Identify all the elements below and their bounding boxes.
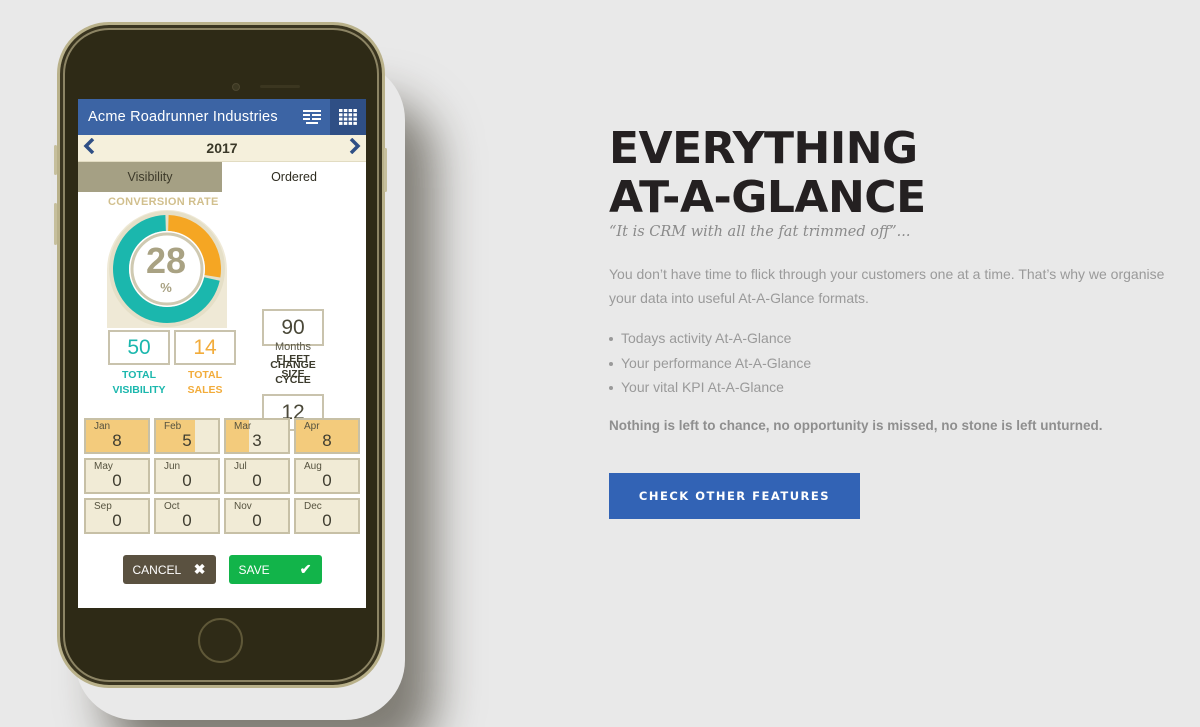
save-label: SAVE bbox=[238, 562, 270, 577]
list-view-icon[interactable] bbox=[294, 99, 330, 135]
monthly-grid: Jan 8 Feb 5 Mar 3 Apr 8 May 0 Jun 0 Jul 0 Aug 0 Sep 0 Oct 0… bbox=[84, 418, 361, 534]
tagline: “It is CRM with all the fat trimmed off”… bbox=[609, 224, 911, 240]
year-label: 2017 bbox=[206, 140, 238, 156]
feature-section: EVERYTHING AT-A-GLANCE “It is CRM with a… bbox=[609, 124, 1199, 519]
label-line: CHANGE bbox=[270, 359, 316, 371]
next-year-chevron-icon[interactable] bbox=[344, 135, 366, 162]
month-tile-nov[interactable]: Nov 0 bbox=[224, 498, 290, 534]
action-bar: CANCEL ✖ SAVE ✔ bbox=[78, 555, 366, 584]
home-button[interactable] bbox=[198, 618, 243, 663]
volume-down-button bbox=[54, 203, 57, 245]
month-value: 0 bbox=[182, 511, 192, 530]
label-line: VISIBILITY bbox=[112, 384, 166, 396]
conversion-unit: % bbox=[160, 280, 172, 295]
month-value: 0 bbox=[322, 471, 332, 490]
month-value: 0 bbox=[112, 511, 122, 530]
feature-list: Todays activity At-A-Glance Your perform… bbox=[609, 326, 1199, 400]
month-tile-feb[interactable]: Feb 5 bbox=[154, 418, 220, 454]
month-value: 0 bbox=[182, 471, 192, 490]
total-sales-value: 14 bbox=[174, 330, 236, 365]
month-tile-jun[interactable]: Jun 0 bbox=[154, 458, 220, 494]
save-button[interactable]: SAVE ✔ bbox=[228, 555, 322, 584]
month-tile-apr[interactable]: Apr 8 bbox=[294, 418, 360, 454]
close-icon: ✖ bbox=[193, 561, 206, 577]
grid-view-icon[interactable] bbox=[330, 99, 366, 135]
label-line: CYCLE bbox=[275, 374, 311, 386]
title-line: AT-A-GLANCE bbox=[609, 172, 926, 223]
change-cycle-label: CHANGE CYCLE bbox=[258, 358, 328, 388]
month-tile-sep[interactable]: Sep 0 bbox=[84, 498, 150, 534]
tab-visibility[interactable]: Visibility bbox=[78, 162, 222, 192]
speaker-grille bbox=[260, 85, 300, 88]
list-item: Todays activity At-A-Glance bbox=[609, 326, 1199, 351]
conversion-rate-label: CONVERSION RATE bbox=[108, 196, 219, 208]
month-tile-may[interactable]: May 0 bbox=[84, 458, 150, 494]
month-tile-dec[interactable]: Dec 0 bbox=[294, 498, 360, 534]
month-value: 0 bbox=[322, 511, 332, 530]
closing-statement: Nothing is left to chance, no opportunit… bbox=[609, 417, 1103, 433]
company-title: Acme Roadrunner Industries bbox=[88, 109, 278, 125]
total-visibility-value: 50 bbox=[108, 330, 170, 365]
view-tabs: Visibility Ordered bbox=[78, 162, 366, 192]
month-value: 0 bbox=[112, 471, 122, 490]
camera-icon bbox=[232, 83, 240, 91]
phone-screen: Acme Roadrunner Industries 2017 Visibili… bbox=[78, 99, 366, 608]
month-tile-mar[interactable]: Mar 3 bbox=[224, 418, 290, 454]
month-value: 0 bbox=[252, 511, 262, 530]
app-header: Acme Roadrunner Industries bbox=[78, 99, 366, 135]
cancel-button[interactable]: CANCEL ✖ bbox=[122, 555, 216, 584]
page-title: EVERYTHING AT-A-GLANCE bbox=[609, 124, 1199, 222]
label-line: SALES bbox=[187, 384, 223, 396]
list-item: Your performance At-A-Glance bbox=[609, 351, 1199, 376]
label-line: TOTAL bbox=[121, 369, 157, 381]
power-button bbox=[384, 148, 387, 192]
label-line: TOTAL bbox=[187, 369, 223, 381]
month-tile-oct[interactable]: Oct 0 bbox=[154, 498, 220, 534]
month-value: 5 bbox=[182, 431, 192, 450]
prev-year-chevron-icon[interactable] bbox=[78, 135, 100, 162]
month-value: 8 bbox=[322, 431, 332, 450]
title-line: EVERYTHING bbox=[609, 123, 918, 174]
total-visibility-label: TOTAL VISIBILITY bbox=[104, 368, 174, 398]
change-cycle-unit: Months bbox=[274, 341, 312, 353]
month-tile-aug[interactable]: Aug 0 bbox=[294, 458, 360, 494]
month-value: 8 bbox=[112, 431, 122, 450]
check-other-features-button[interactable]: CHECK OTHER FEATURES bbox=[609, 472, 860, 519]
month-value: 0 bbox=[252, 471, 262, 490]
tab-ordered[interactable]: Ordered bbox=[222, 162, 366, 192]
volume-up-button bbox=[54, 145, 57, 175]
month-tile-jan[interactable]: Jan 8 bbox=[84, 418, 150, 454]
intro-paragraph: You don’t have time to flick through you… bbox=[609, 266, 1165, 306]
cancel-label: CANCEL bbox=[132, 562, 182, 577]
month-value: 3 bbox=[252, 431, 262, 450]
month-tile-jul[interactable]: Jul 0 bbox=[224, 458, 290, 494]
list-item: Your vital KPI At-A-Glance bbox=[609, 375, 1199, 400]
checkmark-icon: ✔ bbox=[299, 561, 312, 577]
total-sales-label: TOTAL SALES bbox=[174, 368, 236, 398]
year-navigator: 2017 bbox=[78, 135, 366, 162]
conversion-value: 28 bbox=[145, 240, 187, 281]
